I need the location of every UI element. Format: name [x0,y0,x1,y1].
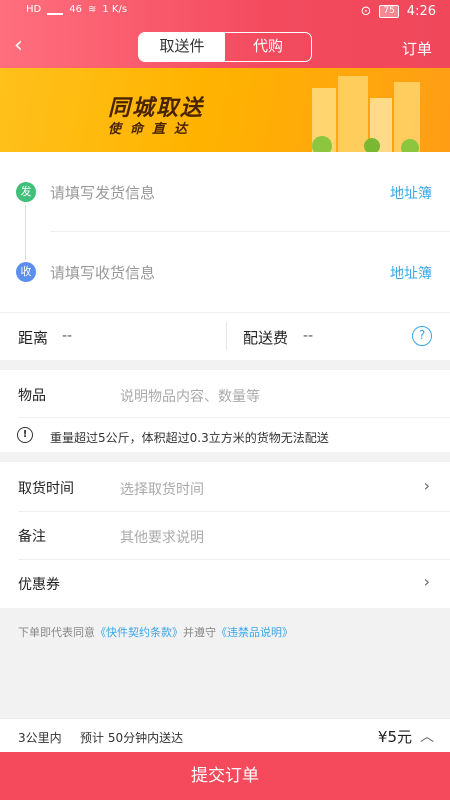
city-illustration [312,76,420,152]
address-divider [50,231,450,232]
prohibited-items-link[interactable]: 《违禁品说明》 [216,626,293,639]
sender-badge: 发 [16,182,36,202]
weight-notice: 重量超过5公斤，体积超过0.3立方米的货物无法配送 [50,431,329,445]
hd-indicator: HD [26,4,42,15]
clock: 4:26 [406,4,436,19]
agreement-text: 下单即代表同意《快件契约条款》并遵守《违禁品说明》 [18,624,293,640]
orders-link[interactable]: 订单 [402,38,432,59]
details-divider [18,559,450,560]
network-indicator: 46 [69,4,82,15]
price-summary-bar: 3公里内 预计 50分钟内送达 ¥5元 ︿ [0,718,450,752]
distance-value: -- [62,328,73,344]
terms-link[interactable]: 《快件契约条款》 [95,626,183,639]
address-connector [25,205,26,260]
distance-range: 3公里内 [18,731,62,745]
speed-indicator: 1 K/s [102,4,128,15]
receiver-info-field[interactable]: 请填写收货信息 [50,262,155,283]
agreement-prefix: 下单即代表同意 [18,626,95,639]
wifi-icon: ≋ [87,4,97,15]
receiver-badge: 收 [16,262,36,282]
pickup-time-label: 取货时间 [18,481,74,497]
promo-banner[interactable]: 同城取送 使命直达 [0,68,450,152]
details-divider [18,511,450,512]
goods-input[interactable]: 说明物品内容、数量等 [120,386,260,406]
agreement-middle: 并遵守 [183,626,216,639]
delivery-eta: 预计 50分钟内送达 [80,731,184,745]
chevron-up-icon[interactable]: ︿ [420,726,434,746]
goods-divider [18,417,450,418]
goods-label: 物品 [18,388,46,404]
pickup-time-field[interactable]: 选择取货时间 [120,479,204,499]
status-bar: HD 46 ≋ 1 K/s ⊙ 75 4:26 [0,0,450,24]
submit-order-button[interactable]: 提交订单 [0,752,450,800]
battery-icon: 75 [379,5,399,18]
coupon-label[interactable]: 优惠券 [18,574,60,594]
back-arrow-icon[interactable]: ‹ [14,35,32,57]
address-card [0,152,450,312]
remark-label: 备注 [18,529,46,545]
row-divider [226,322,227,350]
question-circle-icon[interactable]: ? [412,326,432,346]
chevron-right-icon[interactable]: › [424,572,430,591]
sender-info-field[interactable]: 请填写发货信息 [50,182,155,203]
total-price[interactable]: ¥5元 [378,726,412,747]
tab-delivery[interactable]: 取送件 [139,33,225,61]
fee-label: 配送费 [243,329,289,347]
signal-icon [47,5,64,15]
service-tabs: 取送件 代购 [138,32,312,62]
fee-value: -- [303,328,314,344]
remark-input[interactable]: 其他要求说明 [120,527,204,547]
info-icon: ! [17,427,33,443]
tab-purchase[interactable]: 代购 [225,33,311,61]
chevron-right-icon[interactable]: › [424,476,430,495]
sender-address-book-link[interactable]: 地址簿 [390,183,432,203]
header-bar: HD 46 ≋ 1 K/s ⊙ 75 4:26 ‹ 取送件 代购 订单 [0,0,450,68]
location-icon: ⊙ [360,4,372,19]
banner-subtitle: 使命直达 [108,122,197,137]
distance-label: 距离 [18,329,49,347]
receiver-address-book-link[interactable]: 地址簿 [390,263,432,283]
